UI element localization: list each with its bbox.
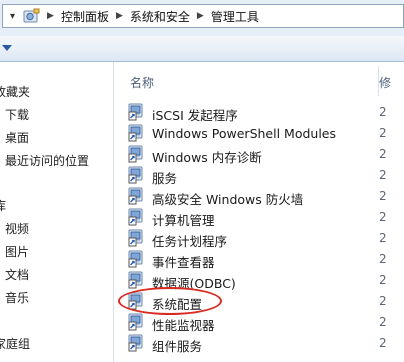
- shortcut-icon: [128, 208, 146, 226]
- column-header-row: 名称 修: [116, 62, 404, 100]
- chevron-down-icon[interactable]: ▾: [6, 11, 19, 22]
- nav-item-recent-places[interactable]: 最近访问的位置: [5, 152, 89, 169]
- breadcrumb-separator[interactable]: ▶: [40, 11, 61, 21]
- list-item-label: Windows 内存诊断: [152, 150, 262, 165]
- breadcrumb-control-panel[interactable]: 控制面板: [61, 8, 109, 25]
- list-item-date: 2: [379, 294, 387, 308]
- column-header-name[interactable]: 名称: [130, 74, 154, 91]
- list-item-label: iSCSI 发起程序: [152, 108, 238, 123]
- address-nav: ▾: [3, 5, 40, 27]
- list-item-date: 2: [379, 273, 387, 287]
- list-item-firewall[interactable]: 高级安全 Windows 防火墙 2: [116, 186, 404, 207]
- list-item-component-services[interactable]: 组件服务 2: [116, 333, 404, 354]
- breadcrumb-separator[interactable]: ▶: [109, 11, 130, 21]
- nav-item-documents[interactable]: 文档: [5, 266, 29, 283]
- nav-item-music[interactable]: 音乐: [5, 289, 29, 306]
- shortcut-icon: [128, 187, 146, 205]
- breadcrumb-separator[interactable]: ▶: [190, 11, 211, 21]
- navigation-pane: 收藏夹 下载 桌面 最近访问的位置 库 视频 图片 文档 音乐 家庭组: [0, 62, 114, 362]
- control-panel-icon: [23, 8, 40, 23]
- breadcrumb-admin-tools[interactable]: 管理工具: [211, 8, 259, 25]
- list-item-label: 性能监视器: [152, 318, 215, 333]
- shortcut-icon: [128, 124, 146, 142]
- nav-item-videos[interactable]: 视频: [5, 220, 29, 237]
- list-item-date: 2: [379, 147, 387, 161]
- list-item-date: 2: [379, 252, 387, 266]
- shortcut-icon: [128, 166, 146, 184]
- list-item-date: 2: [379, 231, 387, 245]
- list-item-computer-management[interactable]: 计算机管理 2: [116, 207, 404, 228]
- breadcrumb-system-security[interactable]: 系统和安全: [130, 8, 190, 25]
- nav-homegroup[interactable]: 家庭组: [0, 335, 30, 352]
- list-item-label: 计算机管理: [152, 213, 215, 228]
- list-item-performance-monitor[interactable]: 性能监视器 2: [116, 312, 404, 333]
- list-item-label: 组件服务: [152, 339, 203, 354]
- shortcut-icon: [128, 271, 146, 289]
- list-item-label: 高级安全 Windows 防火墙: [152, 192, 304, 207]
- list-item-iscsi[interactable]: iSCSI 发起程序 2: [116, 102, 404, 123]
- list-item-date: 2: [379, 210, 387, 224]
- list-item-event-viewer[interactable]: 事件查看器 2: [116, 249, 404, 270]
- list-item-date: 2: [379, 336, 387, 350]
- command-toolbar: [0, 36, 404, 62]
- list-item-task-scheduler[interactable]: 任务计划程序 2: [116, 228, 404, 249]
- shortcut-icon: [128, 250, 146, 268]
- list-item-date: 2: [379, 189, 387, 203]
- nav-item-downloads[interactable]: 下载: [5, 106, 29, 123]
- address-bar-area: ▾ ▶ 控制面板 ▶ 系统和安全 ▶ 管理工具: [0, 0, 404, 36]
- list-item-services[interactable]: 服务 2: [116, 165, 404, 186]
- list-item-label: 任务计划程序: [152, 234, 228, 249]
- list-item-label: 服务: [152, 171, 178, 186]
- list-item-powershell-modules[interactable]: Windows PowerShell Modules 2: [116, 123, 404, 143]
- list-item-date: 2: [379, 315, 387, 329]
- shortcut-icon: [128, 103, 146, 121]
- organize-dropdown-arrow-icon[interactable]: [2, 45, 12, 51]
- highlight-ellipse: [118, 287, 222, 315]
- file-list: 名称 修 iSCSI 发起程序 2 Windows PowerShell Mod…: [116, 62, 404, 362]
- list-item-date: 2: [379, 126, 387, 140]
- shortcut-icon: [128, 313, 146, 331]
- nav-item-desktop[interactable]: 桌面: [5, 129, 29, 146]
- nav-item-pictures[interactable]: 图片: [5, 243, 29, 260]
- list-item-memory-diagnostic[interactable]: Windows 内存诊断 2: [116, 144, 404, 165]
- list-item-date: 2: [379, 168, 387, 182]
- list-item-label: 事件查看器: [152, 255, 215, 270]
- list-item-label: Windows PowerShell Modules: [152, 126, 336, 141]
- shortcut-icon: [128, 145, 146, 163]
- shortcut-icon: [128, 334, 146, 352]
- nav-libraries-header[interactable]: 库: [0, 197, 6, 214]
- nav-favorites-header[interactable]: 收藏夹: [0, 83, 30, 100]
- shortcut-icon: [128, 229, 146, 247]
- address-bar[interactable]: ▾ ▶ 控制面板 ▶ 系统和安全 ▶ 管理工具: [2, 4, 404, 28]
- column-header-modified[interactable]: 修: [379, 74, 391, 91]
- list-item-date: 2: [379, 105, 387, 119]
